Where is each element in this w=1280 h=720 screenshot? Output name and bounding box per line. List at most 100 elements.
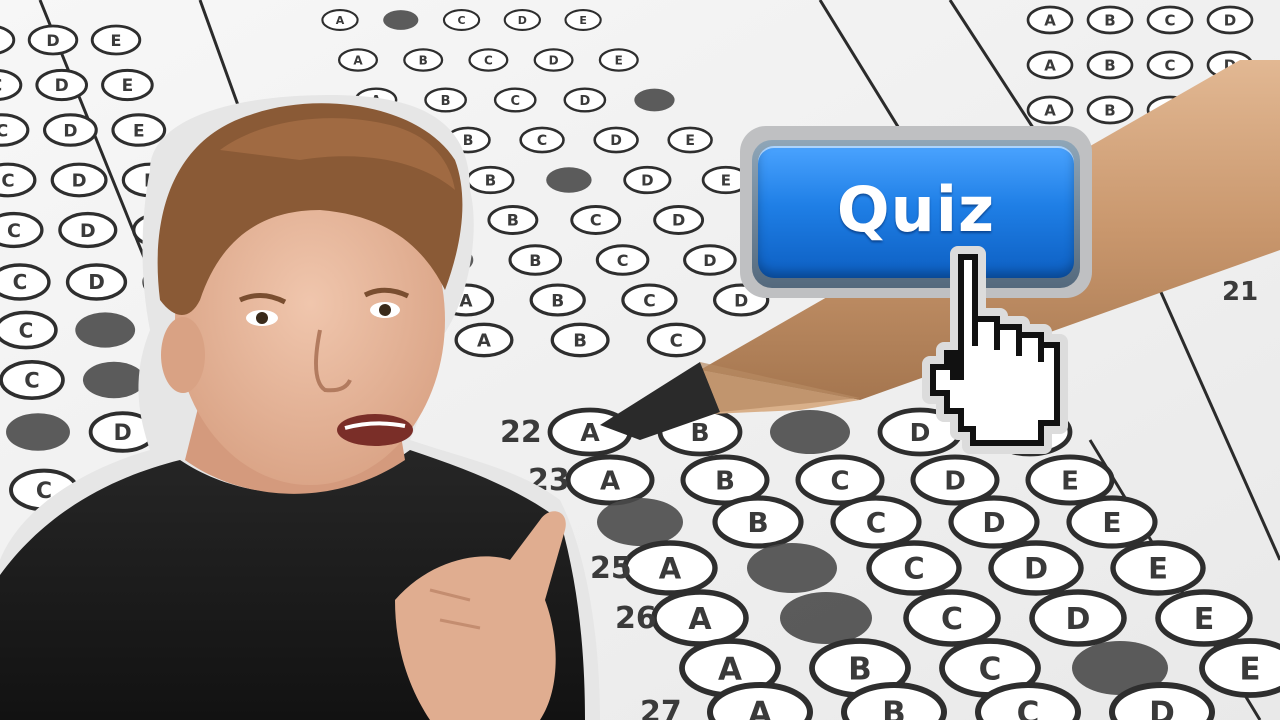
bubble-letter: C bbox=[670, 331, 683, 352]
answer-bubble: E bbox=[111, 113, 167, 147]
row-number: 25 bbox=[590, 551, 632, 586]
bubble-letter: B bbox=[882, 695, 906, 720]
answer-bubble: E bbox=[90, 24, 142, 56]
answer-bubble: A bbox=[1026, 5, 1074, 35]
answer-bubble: A bbox=[1026, 95, 1074, 125]
bubble-letter: C bbox=[617, 251, 629, 270]
bubble-letter: B bbox=[1104, 11, 1115, 29]
bubble-letter: B bbox=[485, 171, 496, 189]
answer-bubble: A bbox=[454, 322, 514, 358]
bubble-letter: E bbox=[579, 14, 587, 27]
bubble-letter: D bbox=[80, 220, 96, 242]
answer-bubble: B bbox=[529, 283, 586, 317]
bubble-letter: D bbox=[55, 76, 69, 96]
bubble-letter: A bbox=[1044, 56, 1056, 74]
bubble-letter: B bbox=[747, 506, 768, 539]
answer-bubble: B bbox=[550, 322, 610, 358]
answer-bubble: C bbox=[1146, 5, 1194, 35]
bubble-letter: E bbox=[721, 171, 731, 189]
answer-bubble: D bbox=[1109, 682, 1215, 720]
answer-bubble: A bbox=[565, 454, 655, 506]
answer-bubble: D bbox=[533, 48, 574, 72]
answer-bubble: E bbox=[667, 126, 713, 154]
answer-bubble: D bbox=[58, 211, 118, 249]
bubble-letter: A bbox=[718, 651, 742, 687]
answer-bubble: A bbox=[321, 9, 359, 31]
answer-bubble: C bbox=[621, 283, 678, 317]
answer-bubble: D bbox=[653, 205, 705, 235]
bubble-letter: D bbox=[579, 94, 590, 109]
bubble-letter: D bbox=[982, 506, 1005, 539]
bubble-letter: C bbox=[0, 76, 2, 96]
bubble-letter: E bbox=[1061, 467, 1079, 497]
bubble-letter: B bbox=[463, 133, 474, 149]
row-number: 27 bbox=[640, 695, 682, 720]
bubble-letter: D bbox=[88, 270, 105, 294]
bubble-letter: B bbox=[507, 211, 519, 230]
bubble-letter: C bbox=[510, 94, 520, 109]
bubble-letter: B bbox=[419, 53, 428, 67]
bubble-letter: D bbox=[46, 31, 59, 50]
answer-bubble: C bbox=[830, 495, 922, 549]
answer-bubble: B bbox=[841, 682, 947, 720]
bubble-letter: B bbox=[551, 291, 564, 311]
answer-bubble: E bbox=[1199, 638, 1280, 698]
answer-bubble: D bbox=[35, 68, 89, 102]
bubble-letter: C bbox=[1017, 695, 1040, 720]
bubble-letter: E bbox=[615, 53, 623, 67]
answer-bubble: A bbox=[707, 682, 813, 720]
answer-bubble: D bbox=[683, 244, 737, 276]
answer-bubble: D bbox=[1029, 589, 1127, 647]
bubble-letter: D bbox=[549, 53, 559, 67]
bubble-letter: C bbox=[866, 506, 887, 539]
answer-bubble: A bbox=[337, 48, 379, 72]
bubble-letter: D bbox=[703, 251, 716, 270]
bubble-letter: C bbox=[537, 133, 547, 149]
answer-bubble: C bbox=[519, 126, 565, 154]
bubble-letter: C bbox=[830, 467, 849, 497]
bubble-letter: C bbox=[1, 171, 14, 192]
answer-bubble: C bbox=[468, 48, 509, 72]
bubble-letter: A bbox=[336, 14, 345, 27]
answer-bubble bbox=[634, 88, 675, 112]
answer-bubble: B bbox=[712, 495, 804, 549]
bubble-letter: E bbox=[1102, 506, 1121, 539]
bubble-letter: A bbox=[1044, 11, 1056, 29]
bubble-letter: A bbox=[1044, 101, 1056, 119]
bubble-letter: B bbox=[573, 331, 587, 352]
answer-bubble: E bbox=[1110, 540, 1206, 596]
row-number: 22 bbox=[500, 415, 542, 450]
bubble-letter: B bbox=[441, 94, 451, 109]
answer-bubble: E bbox=[101, 68, 154, 102]
answer-bubble: B bbox=[466, 165, 515, 195]
hand-pointer-icon bbox=[922, 246, 1068, 454]
bubble-letter: C bbox=[590, 211, 602, 230]
answer-bubble: C bbox=[866, 540, 962, 596]
bubble-letter: B bbox=[690, 418, 709, 447]
answer-bubble: C bbox=[595, 244, 650, 276]
bubble-letter: A bbox=[748, 695, 772, 720]
answer-bubble: E bbox=[564, 9, 602, 31]
bubble-letter: D bbox=[1066, 602, 1091, 637]
answer-bubble: E bbox=[1025, 454, 1115, 506]
bubble-letter: D bbox=[518, 14, 527, 27]
answer-bubble: C bbox=[0, 211, 44, 249]
answer-bubble bbox=[597, 498, 683, 546]
bubble-letter: C bbox=[1164, 56, 1175, 74]
answer-bubble bbox=[770, 410, 850, 454]
bubble-letter: E bbox=[685, 133, 695, 149]
answer-bubble: C bbox=[1146, 50, 1194, 80]
answer-bubble: D bbox=[27, 24, 79, 56]
bubble-letter: C bbox=[1164, 11, 1175, 29]
answer-bubble: D bbox=[593, 126, 639, 154]
answer-bubble: E bbox=[598, 48, 639, 72]
answer-bubble: D bbox=[50, 162, 108, 198]
answer-bubble: C bbox=[493, 87, 537, 113]
answer-bubble: B bbox=[424, 87, 467, 113]
quiz-button-label: Quiz bbox=[836, 172, 996, 246]
bubble-letter: B bbox=[1104, 56, 1115, 74]
answer-bubble: D bbox=[65, 263, 128, 301]
bubble-letter: B bbox=[529, 251, 541, 270]
answer-bubble bbox=[383, 10, 419, 30]
bubble-letter: B bbox=[715, 467, 735, 497]
